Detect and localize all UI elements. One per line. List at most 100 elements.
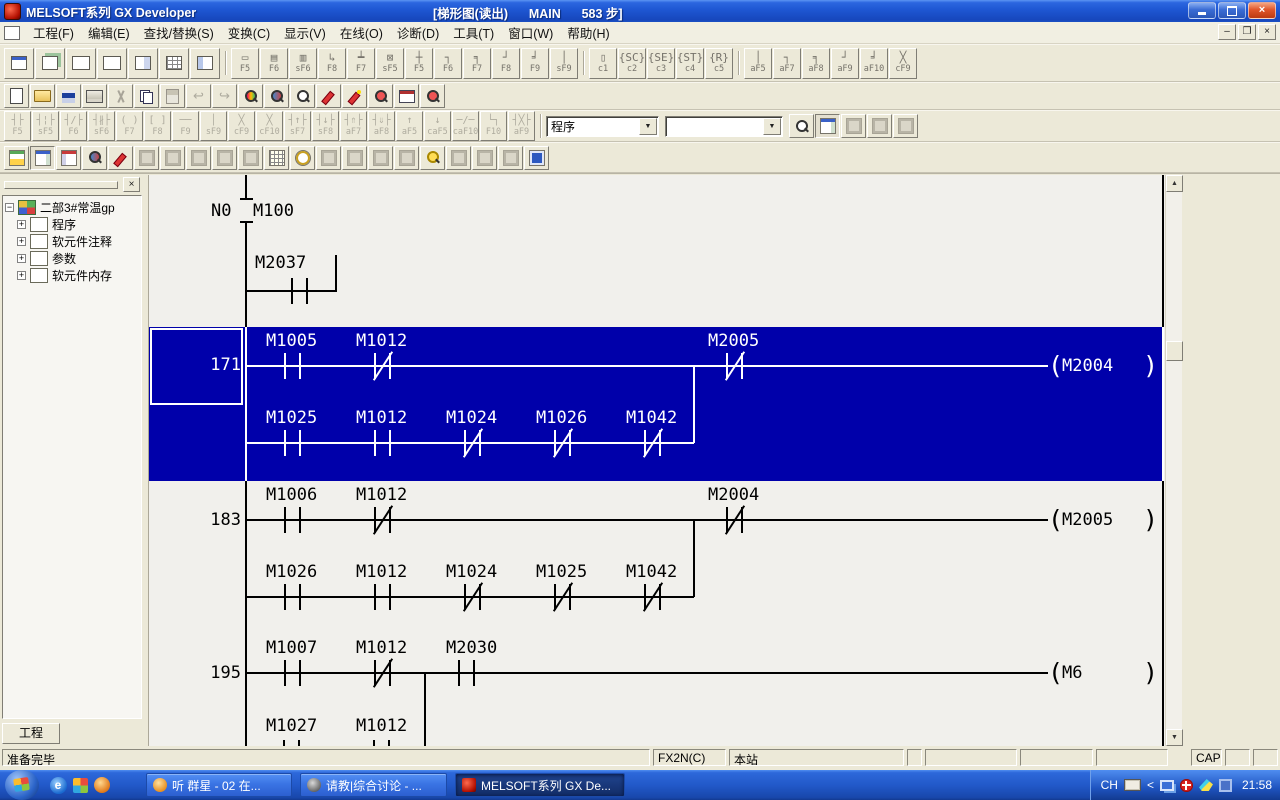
ladder-edit-button[interactable]: ┤/├F6 xyxy=(60,111,87,141)
toolbar-button[interactable] xyxy=(30,84,55,108)
project-tree[interactable]: 二部3#常温gp 程序 软元件注释 xyxy=(2,195,142,719)
toolbar-button[interactable] xyxy=(4,48,34,79)
ladder-contact-no[interactable] xyxy=(289,277,310,305)
ladder-edit-button[interactable]: ──F9 xyxy=(172,111,199,141)
downloader-icon[interactable] xyxy=(1199,779,1213,791)
language-indicator[interactable]: CH xyxy=(1101,778,1118,792)
ladder-contact-nc[interactable] xyxy=(462,583,483,611)
ladder-contact-no[interactable] xyxy=(282,506,303,534)
toolbar-button[interactable] xyxy=(108,84,133,108)
toolbar-button[interactable] xyxy=(56,146,81,170)
ladder-symbol-button[interactable]: {SC}c2 xyxy=(618,48,646,79)
toolbar-button[interactable]: ↩ xyxy=(186,84,211,108)
ladder-contact-no[interactable] xyxy=(372,583,393,611)
ladder-contact-no[interactable] xyxy=(282,429,303,457)
ladder-contact-nc[interactable] xyxy=(552,429,573,457)
ladder-symbol-button[interactable]: ⊠sF5 xyxy=(376,48,404,79)
ladder-symbol-button[interactable]: ↳F8 xyxy=(318,48,346,79)
ladder-edit-button[interactable]: ┤⇑├aF7 xyxy=(340,111,367,141)
expand-icon[interactable] xyxy=(17,254,26,263)
toolbar-button[interactable] xyxy=(368,84,393,108)
ladder-symbol-button[interactable]: ┷F7 xyxy=(347,48,375,79)
scroll-up-icon[interactable]: ▲ xyxy=(1166,175,1183,192)
ladder-edit-button[interactable]: │sF9 xyxy=(200,111,227,141)
ladder-symbol-button[interactable]: ┐F6 xyxy=(434,48,462,79)
chevron-down-icon[interactable]: ▼ xyxy=(763,118,781,135)
ladder-edit-button[interactable]: ─/─caF10 xyxy=(452,111,479,141)
ladder-edit-button[interactable]: ┤├F5 xyxy=(4,111,31,141)
toolbar-button[interactable] xyxy=(238,146,263,170)
ladder-edit-button[interactable]: ┤∦├sF6 xyxy=(88,111,115,141)
tree-item-project-root[interactable]: 二部3#常温gp xyxy=(5,199,141,216)
ladder-edit-button[interactable]: [ ]F8 xyxy=(144,111,171,141)
menu-item[interactable]: 查找/替换(S) xyxy=(137,20,221,45)
tab-project[interactable]: 工程 xyxy=(2,723,60,744)
toolbar-button[interactable] xyxy=(342,146,367,170)
ladder-contact-no[interactable] xyxy=(282,352,303,380)
ladder-contact-nc[interactable] xyxy=(642,583,663,611)
close-button[interactable]: × xyxy=(1248,2,1276,19)
taskbar-button[interactable]: MELSOFT系列 GX De... xyxy=(455,773,625,797)
ladder-contact-nc[interactable] xyxy=(724,506,745,534)
vertical-scrollbar[interactable]: ▲ ▼ xyxy=(1165,175,1182,746)
taskbar-button[interactable]: 听 群星 - 02 在... xyxy=(146,773,292,797)
start-button[interactable] xyxy=(5,770,39,800)
program-type-combobox[interactable]: 程序 ▼ xyxy=(546,116,659,137)
toolbar-button[interactable] xyxy=(264,146,289,170)
ladder-edit-button[interactable]: ┤¦├sF5 xyxy=(32,111,59,141)
ladder-symbol-button[interactable]: ┐aF7 xyxy=(773,48,801,79)
tree-item[interactable]: 软元件注释 xyxy=(17,233,141,250)
ladder-symbol-button[interactable]: ┘F8 xyxy=(492,48,520,79)
restore-button[interactable] xyxy=(1218,2,1246,19)
taskbar-button[interactable]: 请教|综合讨论 - ... xyxy=(300,773,447,797)
ladder-symbol-button[interactable]: │aF5 xyxy=(744,48,772,79)
ladder-contact-no[interactable] xyxy=(456,659,477,687)
ladder-contact-no[interactable] xyxy=(372,429,393,457)
ladder-symbol-button[interactable]: ▤F6 xyxy=(260,48,288,79)
ladder-contact-nc[interactable] xyxy=(552,583,573,611)
menu-item[interactable]: 显示(V) xyxy=(277,20,333,45)
clock[interactable]: 21:58 xyxy=(1242,778,1272,792)
ladder-symbol-button[interactable]: {ST}c4 xyxy=(676,48,704,79)
ladder-edit-button[interactable]: ┤↑├sF7 xyxy=(284,111,311,141)
expand-icon[interactable] xyxy=(17,220,26,229)
ladder-symbol-button[interactable]: ┘aF9 xyxy=(831,48,859,79)
chevron-down-icon[interactable]: ▼ xyxy=(639,118,657,135)
toolbar-button[interactable] xyxy=(160,84,185,108)
menu-item[interactable]: 在线(O) xyxy=(333,20,390,45)
ladder-symbol-button[interactable]: ╳cF9 xyxy=(889,48,917,79)
quicklaunch-media-icon[interactable] xyxy=(92,775,112,795)
mdi-minimize-button[interactable]: – xyxy=(1218,24,1236,40)
menu-item[interactable]: 编辑(E) xyxy=(81,20,137,45)
ladder-symbol-button[interactable]: ┼F5 xyxy=(405,48,433,79)
ladder-contact-nc[interactable] xyxy=(724,352,745,380)
toolbar-button[interactable] xyxy=(56,84,81,108)
toolbar-button[interactable] xyxy=(815,114,840,138)
toolbar-button[interactable] xyxy=(212,146,237,170)
toolbar-button[interactable] xyxy=(97,48,127,79)
toolbar-button[interactable] xyxy=(342,84,367,108)
ladder-edit-button[interactable]: ( )F7 xyxy=(116,111,143,141)
mdi-document-icon[interactable] xyxy=(4,26,20,40)
toolbar-button[interactable] xyxy=(472,146,497,170)
toolbar-button[interactable] xyxy=(4,84,29,108)
toolbar-button[interactable] xyxy=(190,48,220,79)
panel-grip[interactable] xyxy=(4,181,118,189)
panel-close-icon[interactable]: × xyxy=(123,177,140,192)
network-icon[interactable] xyxy=(1160,780,1174,791)
ladder-symbol-button[interactable]: ▯c1 xyxy=(589,48,617,79)
device-combobox[interactable]: ▼ xyxy=(665,116,783,137)
toolbar-button[interactable] xyxy=(394,84,419,108)
toolbar-button[interactable] xyxy=(420,84,445,108)
toolbar-button[interactable] xyxy=(82,146,107,170)
toolbar-button[interactable] xyxy=(498,146,523,170)
ladder-contact-nc[interactable] xyxy=(462,429,483,457)
expand-icon[interactable] xyxy=(17,237,26,246)
toolbar-button[interactable] xyxy=(238,84,263,108)
toolbar-button[interactable] xyxy=(66,48,96,79)
ladder-editor[interactable]: N0M100M2037171M1005M1012M2005(M2004)M102… xyxy=(148,175,1182,746)
ladder-contact-no[interactable] xyxy=(282,583,303,611)
toolbar-button[interactable] xyxy=(290,146,315,170)
toolbar-button[interactable] xyxy=(524,146,549,170)
ladder-edit-button[interactable]: ↓caF5 xyxy=(424,111,451,141)
